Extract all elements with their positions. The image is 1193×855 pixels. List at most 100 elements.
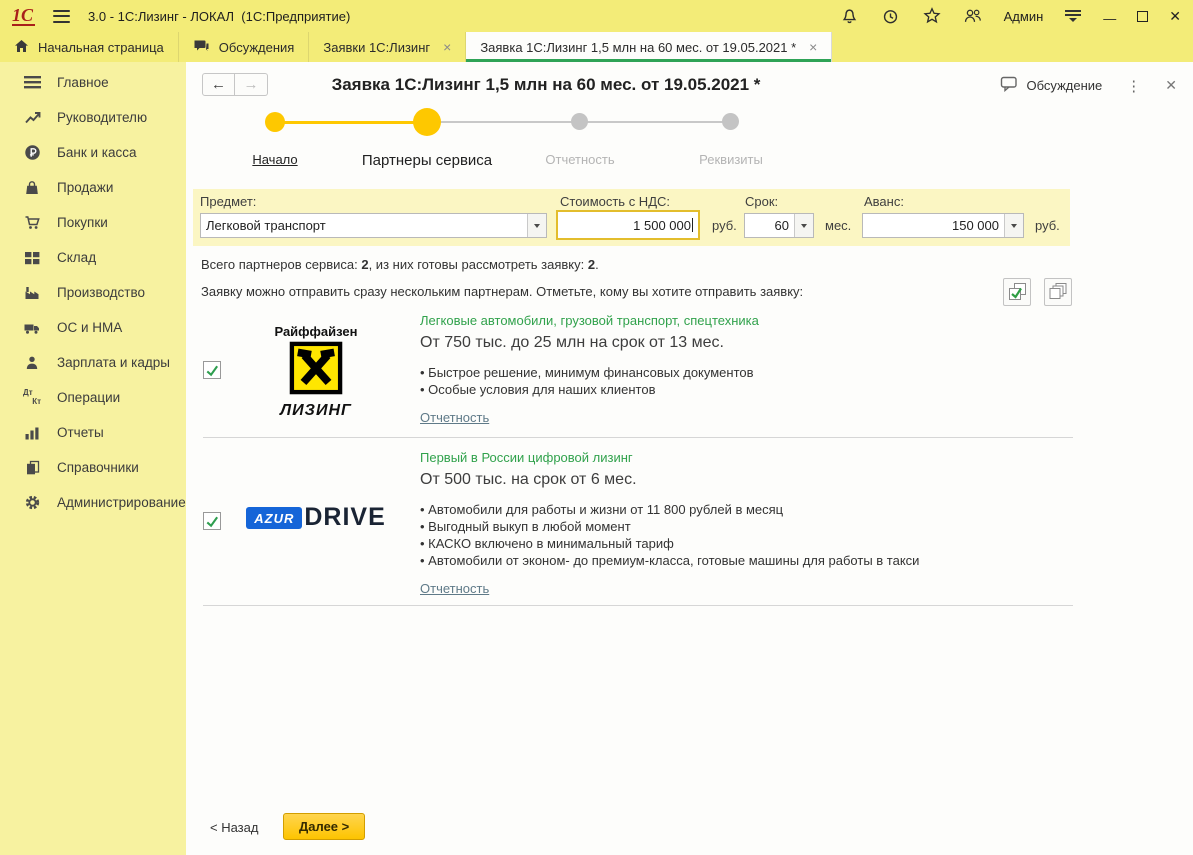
subject-dropdown-icon[interactable] xyxy=(527,214,546,237)
tab-label: Начальная страница xyxy=(38,39,164,55)
step-label-partners: Партнеры сервиса xyxy=(361,152,493,169)
window-close-button[interactable]: ✕ xyxy=(1169,8,1181,25)
partner-separator xyxy=(203,605,1073,606)
term-dropdown-icon[interactable] xyxy=(794,214,813,237)
sidebar-item-label: Главное xyxy=(57,75,109,90)
partner-info-raiffeisen: Легковые автомобили, грузовой транспорт,… xyxy=(420,313,1075,427)
more-menu-icon[interactable]: ⋮ xyxy=(1126,77,1141,95)
sidebar-item-label: Руководителю xyxy=(57,110,148,125)
sidebar-item-purchases[interactable]: Покупки xyxy=(0,205,186,240)
sidebar-item-sales[interactable]: Продажи xyxy=(0,170,186,205)
factory-icon xyxy=(22,285,42,300)
page-title: Заявка 1С:Лизинг 1,5 млн на 60 мес. от 1… xyxy=(331,75,761,94)
wizard-stepper: Начало Партнеры сервиса Отчетность Рекви… xyxy=(186,108,826,174)
app-window: 1С 3.0 - 1С:Лизинг - ЛОКАЛ (1С:Предприят… xyxy=(0,0,1193,855)
advance-dropdown-icon[interactable] xyxy=(1004,214,1023,237)
sidebar-item-label: Склад xyxy=(57,250,97,265)
debit-credit-icon: Дт Кт xyxy=(23,387,41,406)
subject-value: Легковой транспорт xyxy=(206,218,326,233)
tab-label: Заявка 1С:Лизинг 1,5 млн на 60 мес. от 1… xyxy=(480,39,797,55)
raiffeisen-crossed-axes-icon xyxy=(289,341,343,395)
sidebar-item-administration[interactable]: Администрирование xyxy=(0,485,186,520)
step-label-reporting: Отчетность xyxy=(545,152,615,167)
form-content: ← → Заявка 1С:Лизинг 1,5 млн на 60 мес. … xyxy=(186,62,1193,855)
history-icon[interactable] xyxy=(881,6,901,26)
truck-icon xyxy=(22,321,42,335)
sidebar: Главное Руководителю Банк и касса Продаж… xyxy=(0,62,186,855)
advance-input[interactable]: 150 000 xyxy=(862,213,1024,238)
sidebar-item-manager[interactable]: Руководителю xyxy=(0,100,186,135)
partner-bullet: Быстрое решение, минимум финансовых доку… xyxy=(420,364,1075,381)
notifications-bell-icon[interactable] xyxy=(840,6,860,26)
books-icon xyxy=(22,460,42,475)
term-input[interactable]: 60 xyxy=(744,213,814,238)
cost-input[interactable]: 1 500 000 xyxy=(556,210,700,240)
partner-tagline: Первый в России цифровой лизинг xyxy=(420,450,633,465)
azur-drive-logo: AZUR DRIVE xyxy=(226,503,406,532)
partner-reporting-link[interactable]: Отчетность xyxy=(420,581,489,596)
partners-total-count: 2 xyxy=(361,257,369,272)
sidebar-item-salary-hr[interactable]: Зарплата и кадры xyxy=(0,345,186,380)
sidebar-item-label: Операции xyxy=(57,390,121,405)
tab-home[interactable]: Начальная страница xyxy=(0,32,179,62)
main-menu-icon[interactable] xyxy=(53,9,71,23)
ruble-circle-icon xyxy=(22,144,42,161)
select-all-button[interactable] xyxy=(1003,278,1031,306)
advance-value: 150 000 xyxy=(952,218,999,233)
sidebar-item-production[interactable]: Производство xyxy=(0,275,186,310)
partner-separator xyxy=(203,437,1073,438)
favorites-star-icon[interactable] xyxy=(922,6,942,26)
step-label-start[interactable]: Начало xyxy=(235,152,315,167)
tab-close-icon[interactable]: × xyxy=(443,39,451,55)
partner-reporting-link[interactable]: Отчетность xyxy=(420,410,489,425)
sidebar-item-label: Отчеты xyxy=(57,425,104,440)
form-close-icon[interactable]: ✕ xyxy=(1165,77,1177,94)
next-button[interactable]: Далее > xyxy=(283,813,366,840)
person-icon xyxy=(22,355,42,370)
sidebar-item-directories[interactable]: Справочники xyxy=(0,450,186,485)
discussion-button[interactable]: Обсуждение xyxy=(1000,76,1102,95)
minimize-button[interactable]: — xyxy=(1103,11,1116,26)
service-menu-icon[interactable] xyxy=(1064,10,1082,22)
current-user-label[interactable]: Админ xyxy=(1004,9,1044,24)
term-value: 60 xyxy=(774,218,789,233)
instruction-text: Заявку можно отправить сразу нескольким … xyxy=(201,284,804,299)
tab-close-icon[interactable]: × xyxy=(809,39,817,55)
sidebar-item-warehouse[interactable]: Склад xyxy=(0,240,186,275)
gear-icon xyxy=(22,494,42,511)
maximize-button[interactable] xyxy=(1137,10,1149,22)
raiffeisen-logo-text-top: Райффайзен xyxy=(274,324,358,339)
partner-checkbox-azur[interactable] xyxy=(203,512,221,530)
partner-bullets: Быстрое решение, минимум финансовых доку… xyxy=(420,364,1075,398)
tab-discussions[interactable]: Обсуждения xyxy=(179,32,310,62)
tabbar: Начальная страница Обсуждения Заявки 1С:… xyxy=(0,32,1193,62)
step-connector xyxy=(580,121,731,123)
partner-bullet: КАСКО включено в минимальный тариф xyxy=(420,535,1075,552)
back-button[interactable]: < Назад xyxy=(210,820,258,835)
sidebar-item-reports[interactable]: Отчеты xyxy=(0,415,186,450)
tab-requests-list[interactable]: Заявки 1С:Лизинг × xyxy=(309,32,467,62)
partner-tagline: Легковые автомобили, грузовой транспорт,… xyxy=(420,313,759,328)
step-connector xyxy=(427,121,580,123)
select-all-icon xyxy=(1009,283,1026,300)
window-title: 3.0 - 1С:Лизинг - ЛОКАЛ (1С:Предприятие) xyxy=(88,8,351,24)
grid-icon xyxy=(22,251,42,265)
sidebar-item-bank-cash[interactable]: Банк и касса xyxy=(0,135,186,170)
trending-up-icon xyxy=(22,110,42,125)
raiffeisen-logo-text-bottom: ЛИЗИНГ xyxy=(280,402,352,419)
menu-lines-icon xyxy=(22,76,42,89)
users-icon[interactable] xyxy=(963,6,983,26)
subject-select[interactable]: Легковой транспорт xyxy=(200,213,547,238)
step-dot-reporting xyxy=(571,113,588,130)
discussion-bubble-icon xyxy=(1000,76,1019,95)
partner-bullet: Выгодный выкуп в любой момент xyxy=(420,518,1075,535)
step-dot-start[interactable] xyxy=(265,112,285,132)
sidebar-item-fixed-assets[interactable]: ОС и НМА xyxy=(0,310,186,345)
sidebar-item-operations[interactable]: Дт Кт Операции xyxy=(0,380,186,415)
step-connector xyxy=(275,120,427,124)
tab-request-active[interactable]: Заявка 1С:Лизинг 1,5 млн на 60 мес. от 1… xyxy=(466,32,833,62)
sidebar-item-main[interactable]: Главное xyxy=(0,65,186,100)
partner-bullet: Автомобили от эконом- до премиум-класса,… xyxy=(420,552,1075,569)
clear-all-button[interactable] xyxy=(1044,278,1072,306)
partner-checkbox-raiffeisen[interactable] xyxy=(203,361,221,379)
